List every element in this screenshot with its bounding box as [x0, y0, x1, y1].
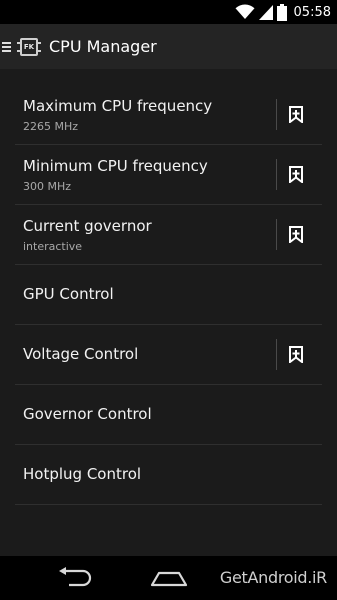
back-icon[interactable]	[57, 566, 93, 588]
status-icons: 05:58	[235, 3, 331, 21]
status-bar: 05:58	[0, 0, 337, 24]
setting-title: Voltage Control	[23, 345, 139, 363]
setting-value: 300 MHz	[23, 180, 72, 193]
bookmark-plus-icon	[289, 345, 303, 363]
bookmark-plus-icon	[289, 105, 303, 123]
pin-button[interactable]	[286, 224, 306, 244]
pin-button[interactable]	[286, 164, 306, 184]
watermark: GetAndroid.iR	[219, 568, 327, 587]
signal-icon	[258, 5, 273, 20]
setting-hotplug-control[interactable]: Hotplug Control	[15, 445, 322, 505]
action-bar: FK CPU Manager	[0, 24, 337, 69]
divider	[276, 99, 277, 130]
setting-governor-control[interactable]: Governor Control	[15, 385, 322, 445]
home-icon[interactable]	[149, 566, 189, 588]
bookmark-plus-icon	[289, 225, 303, 243]
app-logo-icon[interactable]: FK	[17, 37, 41, 56]
setting-current-governor[interactable]: Current governor interactive	[15, 205, 322, 265]
pin-button[interactable]	[286, 104, 306, 124]
pin-button[interactable]	[286, 344, 306, 364]
divider	[276, 339, 277, 370]
setting-title: Maximum CPU frequency	[23, 97, 213, 115]
settings-list: Maximum CPU frequency 2265 MHz Minimum C…	[15, 85, 322, 505]
app-logo-text: FK	[23, 42, 35, 51]
app-title: CPU Manager	[49, 37, 157, 56]
setting-value: 2265 MHz	[23, 120, 79, 133]
status-time: 05:58	[293, 4, 331, 20]
divider	[276, 159, 277, 190]
bookmark-plus-icon	[289, 165, 303, 183]
setting-title: Current governor	[23, 217, 152, 235]
setting-min-cpu-frequency[interactable]: Minimum CPU frequency 300 MHz	[15, 145, 322, 205]
wifi-icon	[235, 4, 255, 20]
setting-max-cpu-frequency[interactable]: Maximum CPU frequency 2265 MHz	[15, 85, 322, 145]
battery-icon	[276, 3, 287, 21]
setting-title: GPU Control	[23, 285, 114, 303]
drawer-icon[interactable]	[1, 40, 15, 54]
setting-title: Minimum CPU frequency	[23, 157, 208, 175]
divider	[276, 219, 277, 250]
navigation-bar: GetAndroid.iR	[0, 556, 337, 600]
setting-value: interactive	[23, 240, 83, 253]
setting-gpu-control[interactable]: GPU Control	[15, 265, 322, 325]
setting-voltage-control[interactable]: Voltage Control	[15, 325, 322, 385]
setting-title: Hotplug Control	[23, 465, 142, 483]
setting-title: Governor Control	[23, 405, 152, 423]
